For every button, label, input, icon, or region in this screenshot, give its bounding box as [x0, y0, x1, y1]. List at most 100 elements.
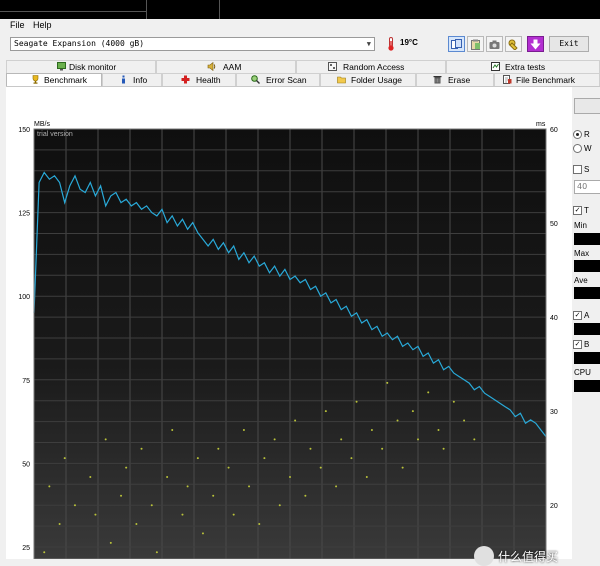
right-axis-tick-label: 30 [550, 409, 558, 416]
tab-file-benchmark[interactable]: File Benchmark [494, 73, 600, 86]
access-time-point [437, 428, 440, 431]
access-time-point [319, 466, 322, 469]
speaker-icon [207, 62, 216, 71]
access-time-point [43, 551, 46, 554]
access-time-point [335, 485, 338, 488]
background-strip [0, 0, 600, 19]
trash-icon [433, 76, 442, 84]
folder-icon [337, 76, 346, 84]
copy-image-button[interactable] [467, 36, 484, 52]
short-stroke-size-input[interactable]: 40 [574, 180, 600, 194]
benchmark-options-panel: R W S 40 ✓ T Min Max Ave ✓ A ✓ B CPU [572, 87, 600, 559]
access-time-point [125, 466, 128, 469]
left-axis-tick-label: 75 [22, 378, 30, 385]
tab-erase[interactable]: Erase [416, 73, 494, 86]
extra-tests-icon [491, 62, 500, 71]
info-icon [122, 75, 125, 84]
left-axis-tick-label: 125 [18, 211, 30, 218]
tab-folder-usage[interactable]: Folder Usage [320, 73, 416, 86]
access-time-point [196, 457, 199, 460]
menu-help[interactable]: Help [33, 20, 52, 30]
watermark-logo [474, 546, 494, 566]
menu-file[interactable]: File [10, 20, 25, 30]
cpu-usage-value-box [574, 380, 600, 392]
access-time-point [396, 419, 399, 422]
menu-bar: File Help [0, 19, 600, 33]
access-time-point [309, 447, 312, 450]
right-axis-tick-label: 20 [550, 503, 558, 510]
access-time-point [355, 400, 358, 403]
arrow-down-icon [530, 39, 541, 50]
drive-select[interactable]: Seagate Expansion (4000 gB) ▼ [10, 37, 375, 51]
access-time-point [73, 504, 76, 507]
access-time-point [370, 428, 373, 431]
tab-health[interactable]: Health [162, 73, 236, 86]
left-axis-tick-label: 25 [22, 545, 30, 552]
temperature-readout: 19°C [400, 38, 418, 47]
thermometer-icon [388, 37, 394, 51]
access-time-point [401, 466, 404, 469]
tab-error-scan[interactable]: Error Scan [236, 73, 320, 86]
access-time-point [186, 485, 189, 488]
right-axis-unit: ms [536, 121, 546, 128]
exit-button[interactable]: Exit [549, 36, 589, 52]
copy-text-button[interactable] [448, 36, 465, 52]
access-time-point [181, 513, 184, 516]
access-time-point [289, 475, 291, 478]
access-time-point [263, 457, 266, 460]
tab-disk-monitor[interactable]: Disk monitor [6, 60, 156, 73]
tab-info[interactable]: Info [102, 73, 162, 86]
camera-icon [489, 40, 500, 49]
access-time-value-box [574, 323, 600, 335]
access-time-point [120, 494, 123, 497]
cpu-usage-label: CPU [574, 368, 591, 377]
error-scan-icon [251, 75, 260, 84]
watermark-text: 什么值得买 [498, 550, 559, 564]
access-time-point [463, 419, 466, 422]
wrench-icon [508, 39, 518, 50]
transfer-rate-checkbox[interactable]: ✓ [573, 206, 582, 215]
transfer-rate-label: T [584, 206, 589, 215]
trophy-icon [32, 75, 39, 84]
burst-rate-checkbox[interactable]: ✓ [573, 340, 582, 349]
access-time-point [232, 513, 235, 516]
tab-aam[interactable]: AAM [156, 60, 296, 73]
burst-rate-value-box [574, 352, 600, 364]
read-radio-label: R [584, 130, 590, 139]
left-axis-tick-label: 150 [18, 127, 30, 134]
access-time-point [201, 532, 204, 535]
access-time-point [140, 447, 143, 450]
access-time-point [227, 466, 230, 469]
options-button[interactable] [505, 36, 522, 52]
access-time-point [58, 523, 61, 526]
tab-benchmark[interactable]: Benchmark [6, 73, 102, 86]
access-time-point [212, 494, 215, 497]
access-time-point [427, 391, 430, 394]
screenshot-button[interactable] [486, 36, 503, 52]
write-radio[interactable] [573, 144, 582, 153]
access-time-point [273, 438, 276, 441]
start-button[interactable] [574, 98, 600, 114]
access-time-point [340, 438, 343, 441]
short-stroke-checkbox[interactable] [573, 165, 582, 174]
left-axis-tick-label: 100 [18, 294, 30, 301]
tab-extra-tests[interactable]: Extra tests [446, 60, 600, 73]
access-time-checkbox[interactable]: ✓ [573, 311, 582, 320]
access-time-point [104, 438, 107, 441]
burst-rate-label: B [584, 340, 590, 349]
average-value-box [574, 287, 600, 299]
read-radio[interactable] [573, 130, 582, 139]
random-access-icon [328, 62, 337, 71]
access-time-point [442, 447, 445, 450]
save-button[interactable] [527, 36, 544, 52]
maximum-label: Max [574, 249, 590, 258]
tab-random-access[interactable]: Random Access [296, 60, 446, 73]
benchmark-chart: MB/s ms 150 125 100 75 50 25 60 50 40 30 20 trial ver… [18, 121, 558, 559]
right-axis-tick-label: 50 [550, 221, 558, 228]
right-axis-tick-label: 60 [550, 127, 558, 134]
chevron-down-icon[interactable]: ▼ [367, 38, 371, 50]
right-axis-tick-label: 40 [550, 315, 558, 322]
access-time-point [324, 410, 327, 413]
access-time-point [109, 541, 112, 544]
drive-select-value: Seagate Expansion (4000 gB) [14, 39, 145, 48]
